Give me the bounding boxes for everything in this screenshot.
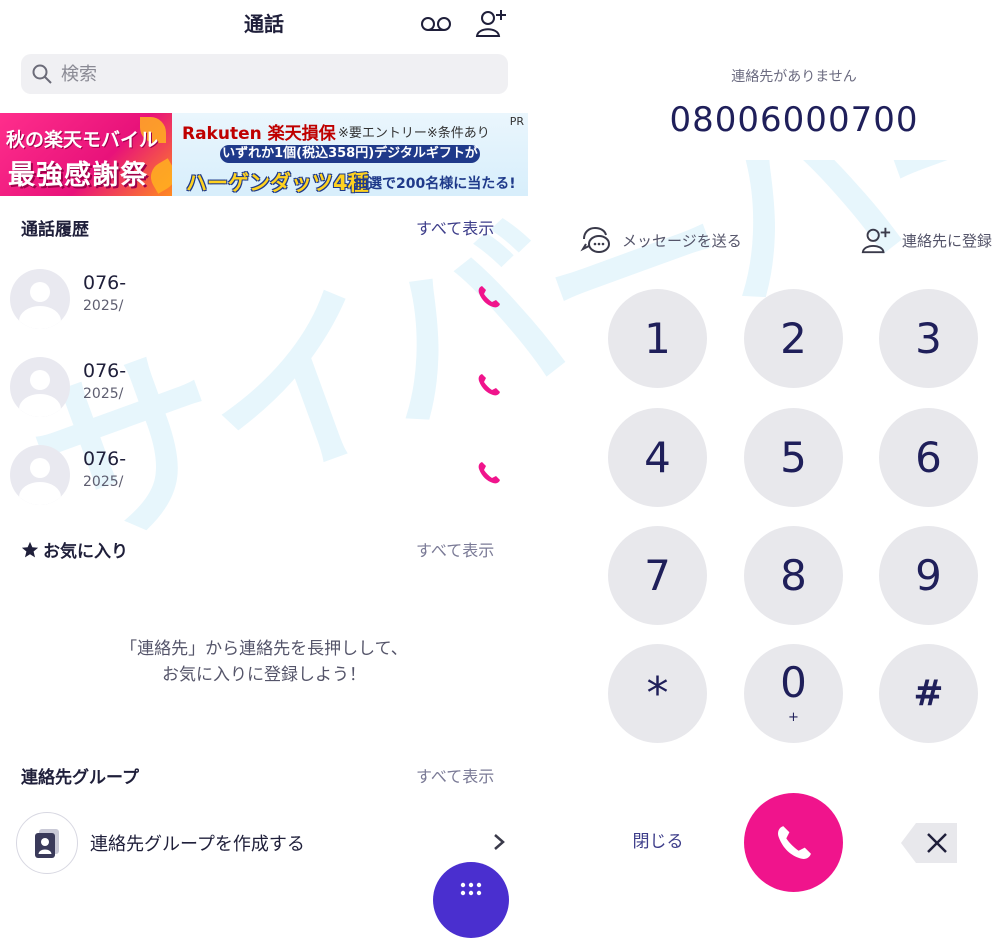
banner-pill: いずれか1個(税込358円)デジタルギフトが bbox=[220, 145, 480, 163]
search-icon bbox=[32, 64, 52, 84]
key-digit: 1 bbox=[644, 314, 671, 363]
banner-subline: 抽選で200名様に当たる! bbox=[354, 176, 516, 192]
register-contact-button[interactable]: 連絡先に登録 bbox=[860, 224, 992, 256]
key-digit: # bbox=[913, 673, 944, 714]
history-title: 通話履歴 bbox=[21, 220, 89, 240]
key-digit: 5 bbox=[780, 433, 807, 482]
send-message-button[interactable]: メッセージを送る bbox=[580, 224, 742, 256]
favorites-title: お気に入り bbox=[43, 542, 128, 562]
avatar bbox=[10, 357, 70, 417]
history-show-all-link[interactable]: すべて表示 bbox=[416, 215, 494, 239]
banner-campaign: 秋の楽天モバイル 最強感謝祭 bbox=[0, 113, 172, 196]
dialpad-fab-button[interactable] bbox=[433, 862, 509, 938]
key-digit: 4 bbox=[644, 433, 671, 482]
key-9[interactable]: 9 bbox=[879, 526, 978, 625]
backspace-icon[interactable] bbox=[900, 822, 958, 864]
history-number: 076- bbox=[83, 272, 127, 294]
key-hash[interactable]: # bbox=[879, 644, 978, 743]
avatar bbox=[10, 269, 70, 329]
search-input[interactable] bbox=[59, 62, 463, 86]
key-digit: 7 bbox=[644, 551, 671, 600]
close-button[interactable]: 閉じる bbox=[610, 826, 706, 858]
favorites-header: お気に入り bbox=[21, 537, 128, 562]
key-8[interactable]: 8 bbox=[744, 526, 843, 625]
key-star[interactable]: * bbox=[608, 644, 707, 743]
avatar bbox=[10, 445, 70, 505]
favorites-empty-message: 「連絡先」から連絡先を長押しして、 お気に入りに登録しよう！ bbox=[0, 636, 528, 688]
voicemail-icon[interactable] bbox=[420, 12, 452, 36]
chat-icon bbox=[580, 226, 610, 253]
favorites-empty-line1: 「連絡先」から連絡先を長押しして、 bbox=[120, 639, 408, 659]
key-digit: * bbox=[646, 668, 669, 719]
create-group-label: 連絡先グループを作成する bbox=[90, 834, 305, 855]
key-7[interactable]: 7 bbox=[608, 526, 707, 625]
history-date: 2025/ bbox=[83, 298, 124, 314]
favorites-empty-line2: お気に入りに登録しよう！ bbox=[162, 665, 366, 685]
phone-icon[interactable] bbox=[476, 460, 502, 486]
history-number: 076- bbox=[83, 448, 127, 470]
contact-status: 連絡先がありません bbox=[731, 69, 857, 85]
banner-brand: Rakuten 楽天損保 bbox=[182, 124, 336, 144]
key-0[interactable]: 0 + bbox=[744, 644, 843, 743]
history-row[interactable]: 076- 2025/ bbox=[0, 254, 528, 342]
register-contact-label: 連絡先に登録 bbox=[902, 231, 993, 250]
banner-note: ※要エントリー※条件あり bbox=[338, 126, 490, 141]
dialpad-icon bbox=[460, 882, 482, 896]
call-button[interactable] bbox=[744, 793, 843, 892]
key-4[interactable]: 4 bbox=[608, 408, 707, 507]
key-digit: 2 bbox=[780, 314, 807, 363]
banner-pr-badge: PR bbox=[509, 115, 524, 128]
key-digit: 6 bbox=[915, 433, 942, 482]
create-group-item[interactable]: 連絡先グループを作成する bbox=[16, 812, 516, 874]
dialed-number: 08006000700 bbox=[669, 100, 919, 140]
favorites-show-all-link[interactable]: すべて表示 bbox=[416, 537, 494, 561]
key-sub: + bbox=[788, 710, 799, 725]
key-digit: 8 bbox=[780, 551, 807, 600]
key-1[interactable]: 1 bbox=[608, 289, 707, 388]
key-2[interactable]: 2 bbox=[744, 289, 843, 388]
star-icon bbox=[21, 541, 39, 557]
history-row[interactable]: 076- 2025/ bbox=[0, 342, 528, 430]
history-row[interactable]: 076- 2025/ bbox=[0, 430, 528, 518]
groups-show-all-link[interactable]: すべて表示 bbox=[416, 763, 494, 787]
phone-icon bbox=[778, 826, 811, 859]
phone-icon[interactable] bbox=[476, 372, 502, 398]
history-date: 2025/ bbox=[83, 474, 124, 490]
phone-icon[interactable] bbox=[476, 284, 502, 310]
chevron-right-icon bbox=[494, 834, 505, 850]
key-5[interactable]: 5 bbox=[744, 408, 843, 507]
search-bar[interactable] bbox=[21, 54, 508, 94]
add-contact-icon[interactable] bbox=[474, 6, 508, 40]
groups-title: 連絡先グループ bbox=[21, 768, 139, 788]
key-digit: 9 bbox=[915, 551, 942, 600]
history-number: 076- bbox=[83, 360, 127, 382]
key-6[interactable]: 6 bbox=[879, 408, 978, 507]
key-digit: 3 bbox=[915, 314, 942, 363]
history-date: 2025/ bbox=[83, 386, 124, 402]
add-contact-icon bbox=[861, 227, 891, 254]
banner-campaign-line1: 秋の楽天モバイル bbox=[6, 129, 159, 151]
banner-campaign-line2: 最強感謝祭 bbox=[8, 160, 148, 191]
ad-banner[interactable]: 秋の楽天モバイル 最強感謝祭 Rakuten 楽天損保 ※要エントリー※条件あり… bbox=[0, 113, 528, 196]
banner-offer: Rakuten 楽天損保 ※要エントリー※条件あり PR いずれか1個(税込35… bbox=[172, 113, 528, 196]
send-message-label: メッセージを送る bbox=[622, 231, 742, 250]
key-3[interactable]: 3 bbox=[879, 289, 978, 388]
contact-group-icon bbox=[16, 812, 78, 874]
banner-headline: ハーゲンダッツ4種 bbox=[186, 171, 369, 195]
